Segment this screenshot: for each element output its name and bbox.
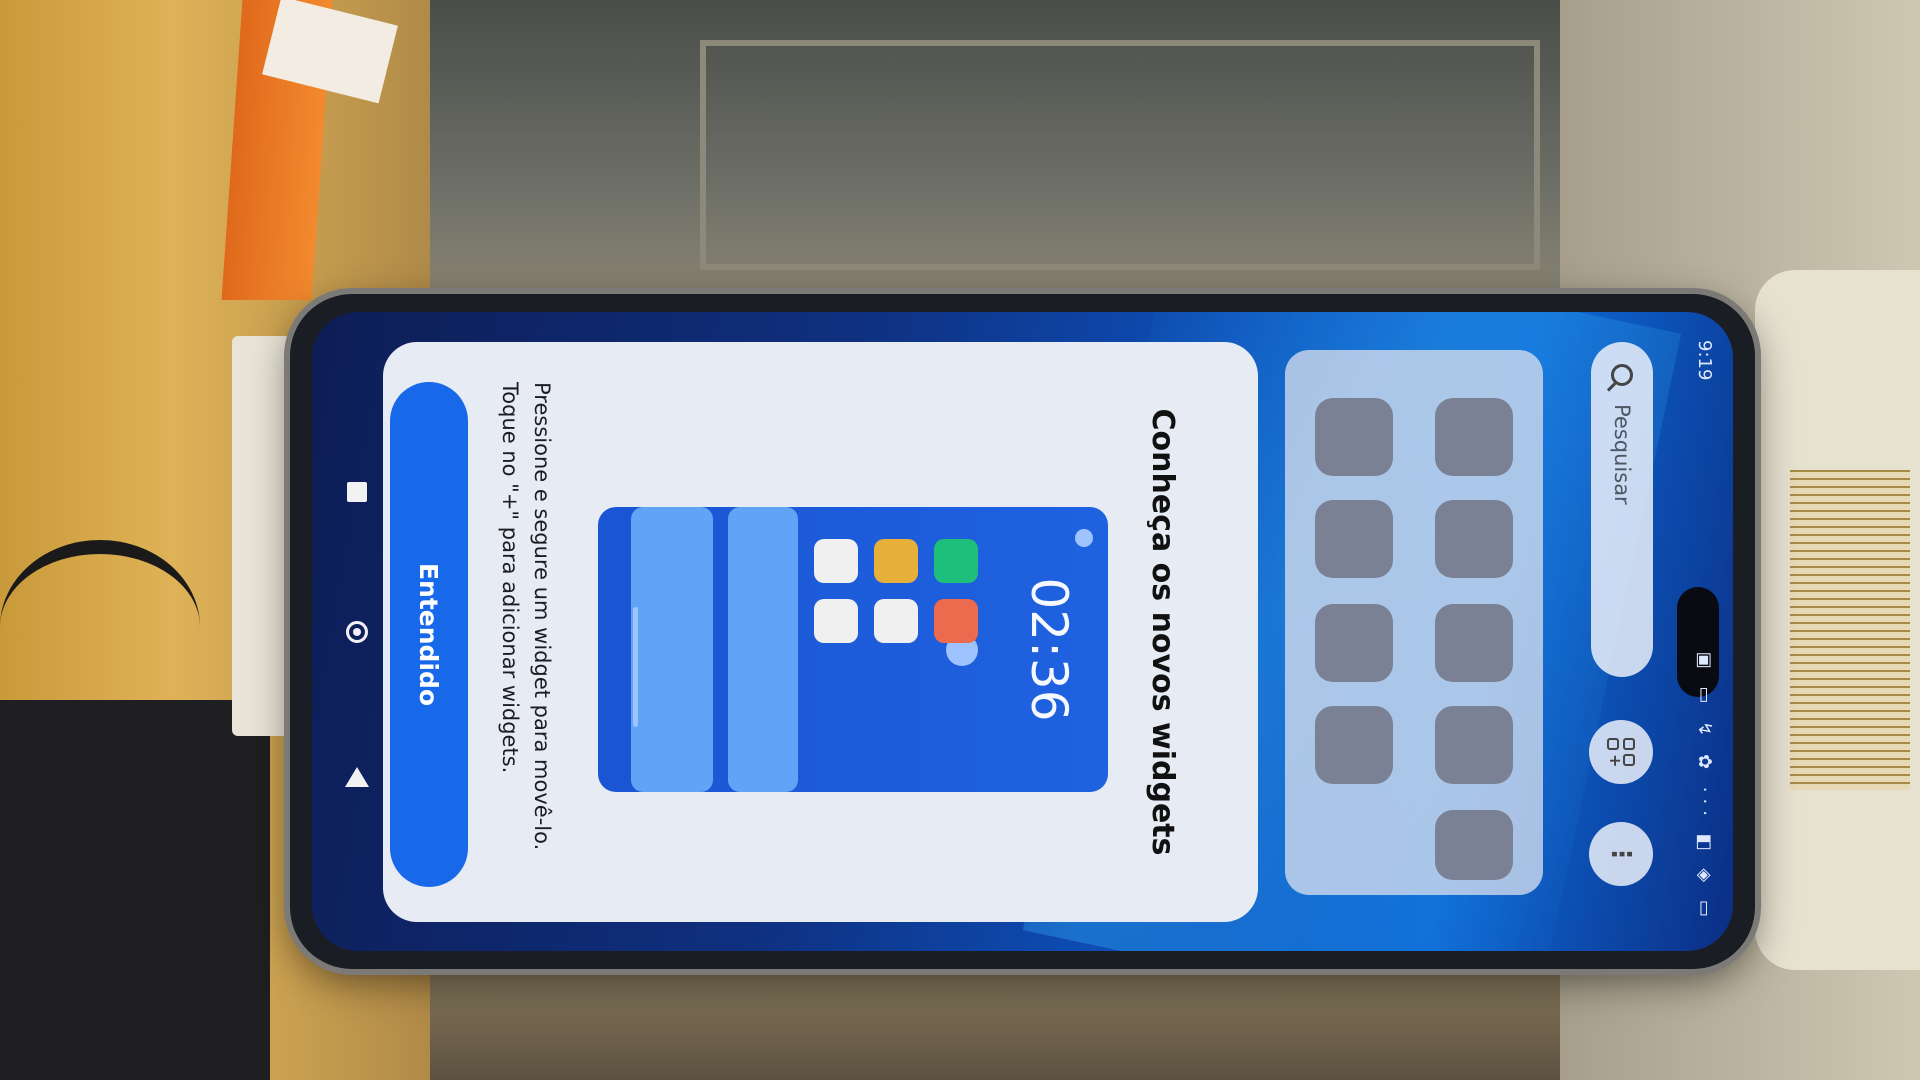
background-label-sticker xyxy=(1790,470,1910,790)
background-floor xyxy=(430,960,1560,1080)
widget-placeholder-tile xyxy=(1435,706,1513,784)
new-widgets-dialog: Conheça os novos widgets 02:36 Pressione… xyxy=(383,342,1258,922)
more-options-button[interactable]: ⋮ xyxy=(1589,822,1653,886)
search-placeholder: Pesquisar xyxy=(1610,404,1634,505)
preview-app-icon xyxy=(874,599,918,643)
preview-widget xyxy=(728,507,798,792)
widget-placeholder-tile xyxy=(1315,706,1393,784)
preview-dot xyxy=(1075,529,1093,547)
widget-placeholder-panel[interactable] xyxy=(1285,350,1543,895)
preview-app-icon xyxy=(874,539,918,583)
dialog-description: Pressione e segure um widget para movê-l… xyxy=(494,382,558,882)
widget-preview-illustration: 02:36 xyxy=(598,507,1108,792)
widgets-button[interactable] xyxy=(1589,720,1653,784)
status-icons: ▣ ▭ ↯ ✿ ··· ◧ ◈ ▭ xyxy=(1694,651,1715,923)
preview-clock: 02:36 xyxy=(1020,577,1078,722)
launcher-ui: 9:19 ▣ ▭ ↯ ✿ ··· ◧ ◈ ▭ Pesquisar ⋮ xyxy=(312,312,1733,951)
widget-placeholder-tile xyxy=(1315,500,1393,578)
preview-app-icon xyxy=(814,599,858,643)
widget-placeholder-tile xyxy=(1315,398,1393,476)
widget-placeholder-tile xyxy=(1315,604,1393,682)
phone-screen: 9:19 ▣ ▭ ↯ ✿ ··· ◧ ◈ ▭ Pesquisar ⋮ xyxy=(312,312,1733,951)
phone-device: 9:19 ▣ ▭ ↯ ✿ ··· ◧ ◈ ▭ Pesquisar ⋮ xyxy=(290,294,1755,969)
preview-widget xyxy=(631,507,713,792)
widget-placeholder-tile xyxy=(1435,810,1513,880)
status-time: 9:19 xyxy=(1694,340,1715,381)
got-it-button[interactable]: Entendido xyxy=(390,382,468,887)
phone-mount-left xyxy=(232,336,292,736)
dialog-description-line-1: Pressione e segure um widget para movê-l… xyxy=(530,382,554,851)
dialog-title: Conheça os novos widgets xyxy=(1145,408,1180,856)
background-black-box xyxy=(0,700,270,1080)
widget-placeholder-tile xyxy=(1435,604,1513,682)
dialog-description-line-2: Toque no "+" para adicionar widgets. xyxy=(498,382,522,774)
preview-app-icon xyxy=(814,539,858,583)
preview-app-icon xyxy=(934,599,978,643)
preview-app-icon xyxy=(934,539,978,583)
background-window-frame xyxy=(700,40,1540,270)
search-bar[interactable]: Pesquisar xyxy=(1591,342,1653,677)
background-cable xyxy=(0,540,200,714)
status-bar: 9:19 ▣ ▭ ↯ ✿ ··· ◧ ◈ ▭ xyxy=(1673,312,1733,951)
widget-placeholder-tile xyxy=(1435,398,1513,476)
widget-placeholder-tile xyxy=(1435,500,1513,578)
preview-bar xyxy=(633,607,638,727)
search-icon xyxy=(1611,364,1633,386)
widgets-grid-icon xyxy=(1607,738,1635,766)
more-options-icon: ⋮ xyxy=(1606,841,1636,867)
